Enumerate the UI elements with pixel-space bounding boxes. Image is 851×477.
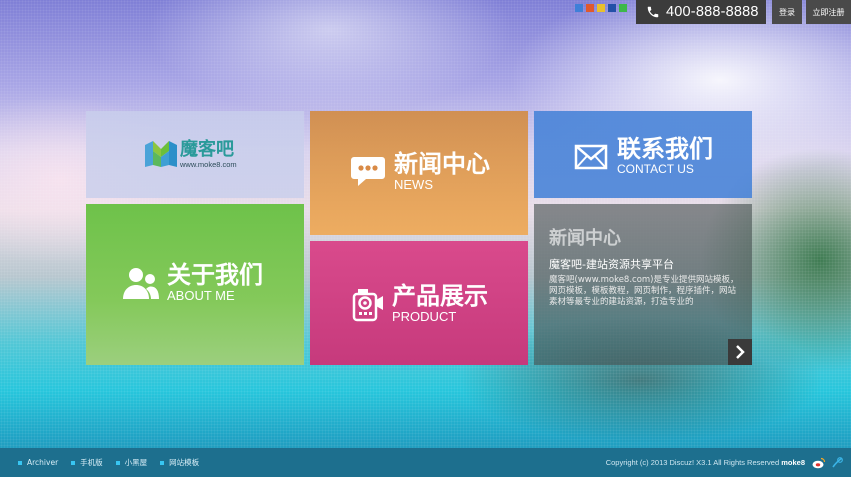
phone-number-box: 400-888-8888 [636, 0, 766, 24]
copyright-brand[interactable]: moke8 [781, 458, 805, 467]
footer-link-label: 手机版 [80, 458, 103, 467]
news-box-subtitle[interactable]: 魔客吧-建站资源共享平台 [549, 256, 674, 272]
users-icon [123, 267, 159, 299]
theme-color-swatches [575, 4, 627, 12]
copyright-text: Copyright (c) 2013 Discuz! X3.1 All Righ… [605, 458, 780, 467]
camera-icon [352, 288, 383, 321]
moke8-logo-icon [145, 141, 177, 167]
product-tile[interactable]: 产品展示 PRODUCT [310, 241, 528, 365]
contact-tile-subtitle: CONTACT US [617, 162, 694, 176]
footer-link-mobile[interactable]: 手机版 [71, 457, 103, 468]
theme-swatch-yellow[interactable] [597, 4, 605, 12]
logo-tile[interactable]: 魔客吧 www.moke8.com [86, 111, 304, 198]
news-tile[interactable]: 新闻中心 NEWS [310, 111, 528, 235]
chevron-right-icon [736, 345, 745, 359]
tencent-weibo-icon[interactable] [831, 456, 845, 468]
phone-number: 400-888-8888 [666, 4, 759, 20]
bullet-icon [160, 460, 165, 465]
news-box: 新闻中心 魔客吧-建站资源共享平台 魔客吧(www.moke8.com)是专业提… [534, 204, 752, 365]
footer-link-label: 网站模板 [169, 458, 200, 467]
product-tile-subtitle: PRODUCT [392, 309, 457, 324]
footer-link-blacklist[interactable]: 小黑屋 [115, 457, 148, 468]
theme-swatch-blue[interactable] [575, 4, 583, 12]
logo-name: 魔客吧 [180, 138, 234, 160]
news-tile-subtitle: NEWS [394, 177, 433, 192]
footer-link-archiver[interactable]: Archiver [18, 458, 58, 467]
phone-icon [647, 6, 659, 18]
theme-swatch-navy[interactable] [608, 4, 616, 12]
news-box-text: 魔客吧(www.moke8.com)是专业提供网站模板，网页模板，模板教程，网页… [549, 275, 739, 307]
envelope-icon [574, 144, 608, 169]
news-tile-title: 新闻中心 [394, 150, 490, 178]
news-next-button[interactable] [728, 339, 752, 365]
contact-tile[interactable]: 联系我们 CONTACT US [534, 111, 752, 198]
about-tile[interactable]: 关于我们 ABOUT ME [86, 204, 304, 365]
speech-bubble-icon [351, 156, 385, 186]
footer-link-label: 小黑屋 [124, 458, 148, 467]
news-box-heading: 新闻中心 [549, 228, 621, 249]
register-button[interactable]: 立即注册 [806, 0, 851, 24]
logo-url: www.moke8.com [180, 159, 237, 169]
copyright: Copyright (c) 2013 Discuz! X3.1 All Righ… [606, 458, 805, 467]
footer: Archiver 手机版 小黑屋 网站模板 Copyright (c) 2013… [0, 448, 851, 477]
about-tile-subtitle: ABOUT ME [167, 288, 235, 303]
footer-link-templates[interactable]: 网站模板 [160, 457, 199, 468]
login-button[interactable]: 登录 [772, 0, 802, 24]
product-tile-title: 产品展示 [392, 282, 488, 310]
bullet-icon [71, 460, 76, 465]
bullet-icon [18, 460, 22, 465]
theme-swatch-orange[interactable] [586, 4, 594, 12]
site-logo[interactable]: 魔客吧 www.moke8.com [144, 139, 237, 169]
theme-swatch-green[interactable] [619, 4, 627, 12]
bullet-icon [115, 460, 120, 465]
contact-tile-title: 联系我们 [617, 135, 713, 163]
weibo-icon[interactable] [812, 457, 826, 469]
about-tile-title: 关于我们 [167, 261, 263, 289]
footer-link-label: Archiver [27, 458, 59, 467]
